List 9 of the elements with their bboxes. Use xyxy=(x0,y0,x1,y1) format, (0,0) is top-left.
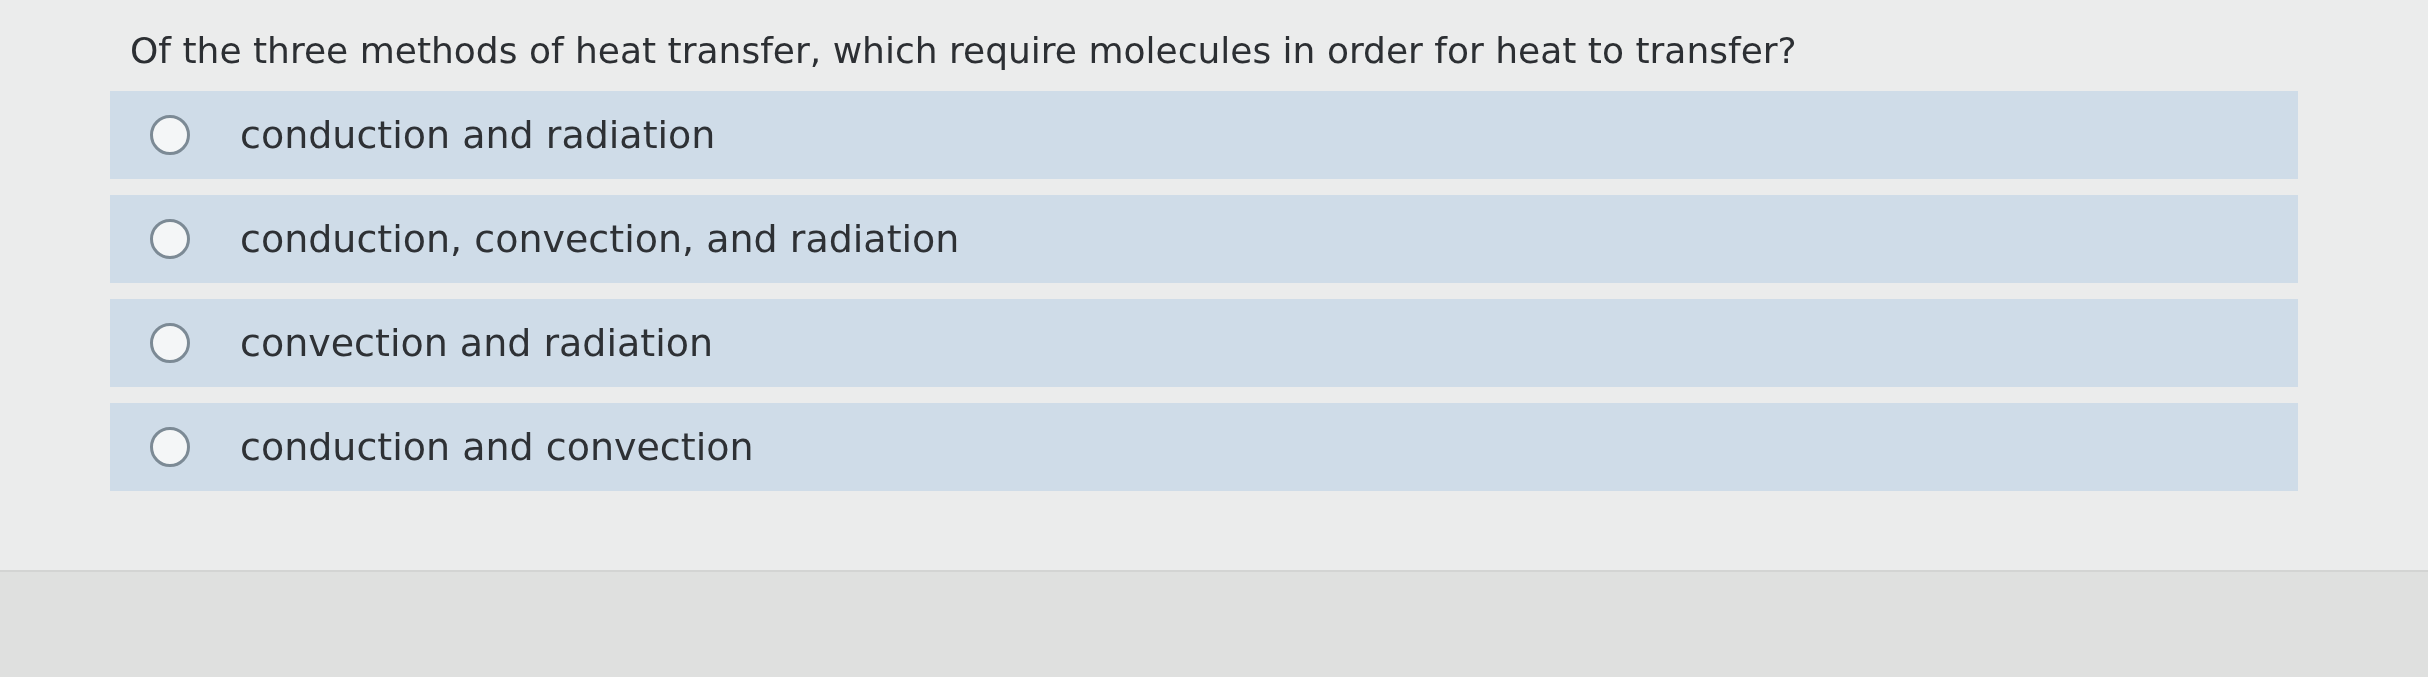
radio-button[interactable] xyxy=(150,115,190,155)
radio-button[interactable] xyxy=(150,219,190,259)
answer-option[interactable]: conduction and radiation xyxy=(110,91,2298,179)
answer-option[interactable]: convection and radiation xyxy=(110,299,2298,387)
answer-option[interactable]: conduction, convection, and radiation xyxy=(110,195,2298,283)
radio-button[interactable] xyxy=(150,323,190,363)
question-text: Of the three methods of heat transfer, which require molecules in order for heat to transfer? xyxy=(129,30,1798,71)
radio-button[interactable] xyxy=(150,427,190,467)
answer-option[interactable]: conduction and convection xyxy=(110,403,2298,491)
